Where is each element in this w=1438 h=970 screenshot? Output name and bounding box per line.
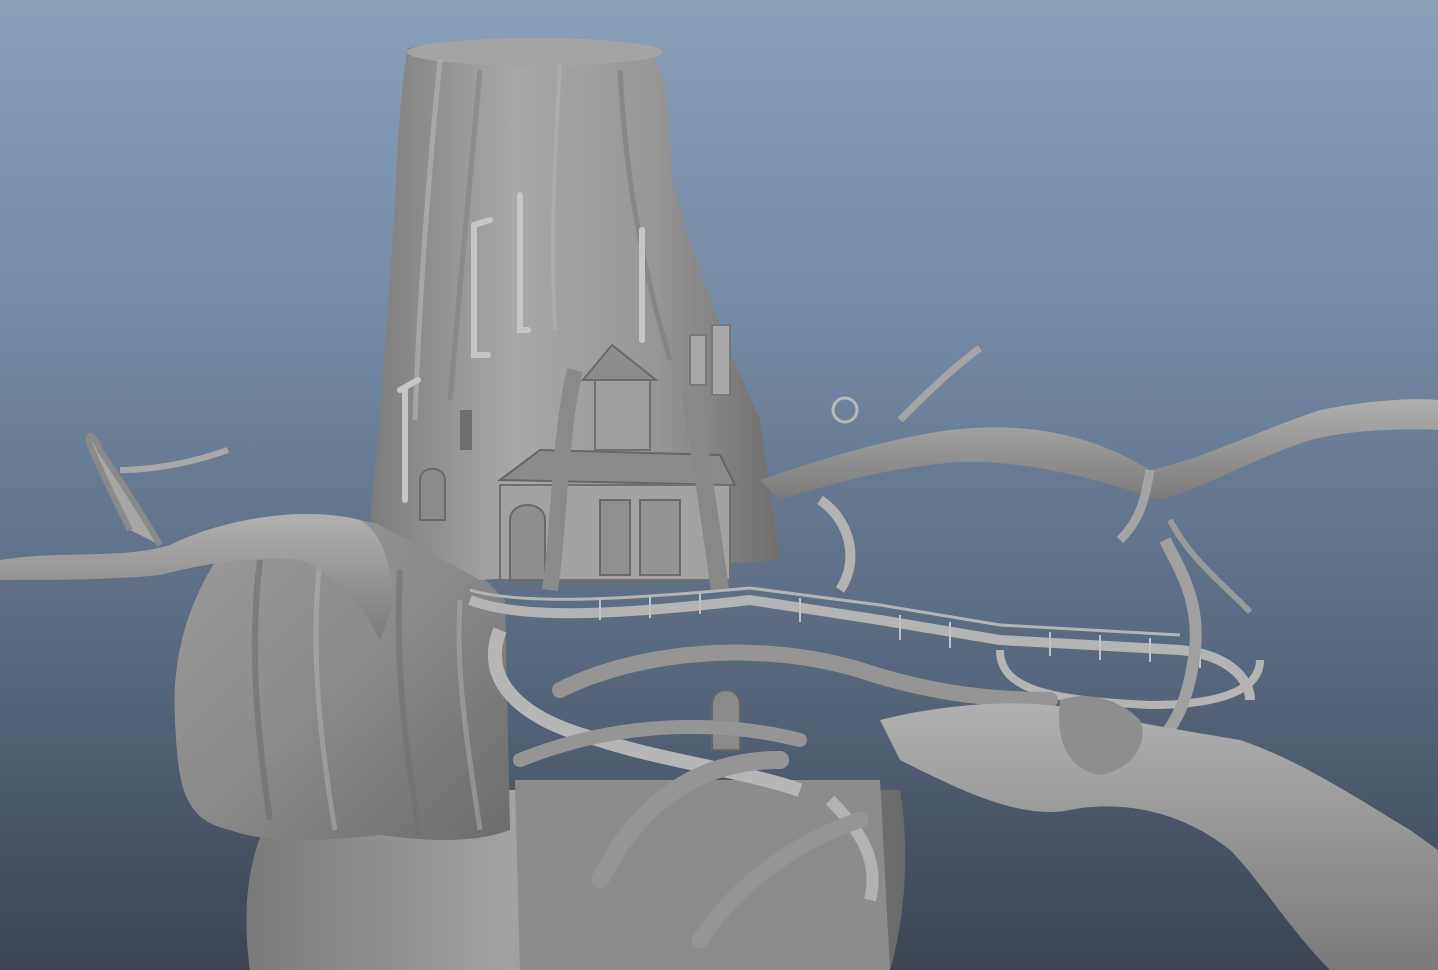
branch-right-upper — [760, 399, 1438, 500]
deck — [468, 586, 1264, 710]
branch-hanging — [1155, 537, 1202, 745]
branch-right-lower — [880, 703, 1438, 970]
trunk-door — [419, 467, 446, 521]
lower-door — [711, 689, 741, 751]
treehouse-model[interactable] — [0, 0, 1438, 970]
branch-left-twig — [85, 433, 163, 547]
branch-right-twig-1 — [897, 345, 983, 423]
3d-viewport[interactable] — [0, 0, 1438, 970]
trunk-window — [460, 410, 472, 450]
stairs-right — [817, 495, 856, 593]
stump-top — [407, 38, 663, 66]
branch-left-twig-2 — [119, 447, 230, 473]
wheel-ornament — [831, 396, 859, 424]
